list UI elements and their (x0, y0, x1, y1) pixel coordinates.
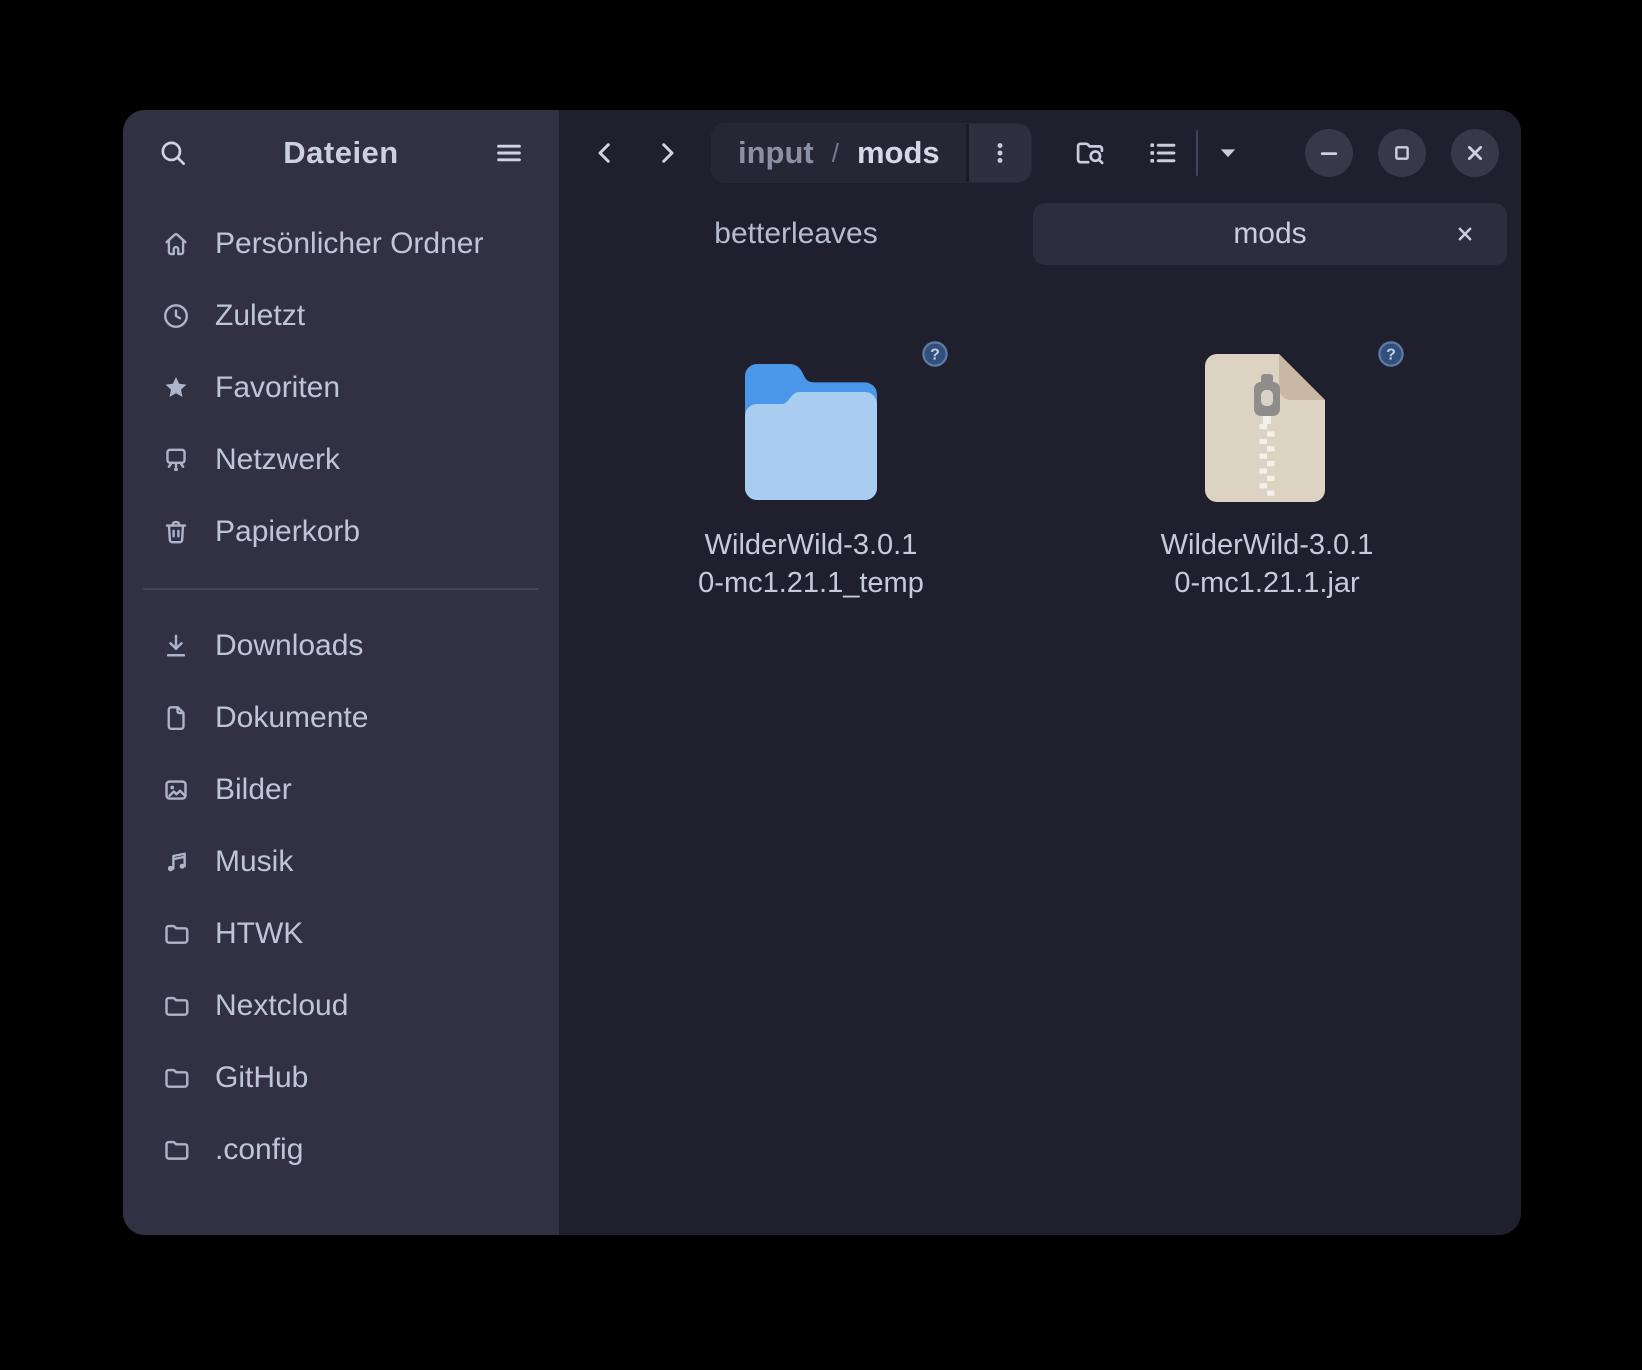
headerbar: input / mods (559, 110, 1521, 196)
network-icon (161, 445, 191, 475)
sidebar-item-downloads[interactable]: Downloads (137, 610, 545, 682)
sidebar-item-music[interactable]: Musik (137, 826, 545, 898)
maximize-icon (1389, 140, 1415, 166)
unknown-emblem-badge: ? (921, 340, 949, 368)
sidebar-divider (143, 588, 539, 590)
image-icon (161, 775, 191, 805)
clock-icon (161, 301, 191, 331)
question-mark-glyph: ? (930, 347, 940, 364)
sidebar-item-label: Favoriten (215, 371, 340, 405)
kebab-menu-icon (986, 139, 1014, 167)
sidebar-item-label: Nextcloud (215, 989, 348, 1023)
archive-large-icon (1191, 344, 1343, 504)
tab-bar: betterleaves mods (559, 196, 1521, 272)
sidebar-item-label: Persönlicher Ordner (215, 227, 483, 261)
file-name-label: WilderWild-3.0.1 0-mc1.21.1_temp (698, 526, 924, 603)
back-button[interactable] (581, 129, 629, 177)
sidebar-item-htwk[interactable]: HTWK (137, 898, 545, 970)
path-menu-button[interactable] (966, 124, 1031, 182)
sidebar-item-label: Bilder (215, 773, 292, 807)
sidebar-item-home[interactable]: Persönlicher Ordner (137, 208, 545, 280)
star-icon (161, 373, 191, 403)
chevron-left-icon (590, 138, 620, 168)
question-mark-glyph: ? (1386, 347, 1396, 364)
hamburger-menu-icon (493, 137, 525, 169)
folder-icon (161, 991, 191, 1021)
search-button[interactable] (149, 129, 197, 177)
sidebar-item-label: Netzwerk (215, 443, 340, 477)
file-name-line1: WilderWild-3.0.1 (1161, 526, 1374, 564)
chevron-down-icon (1215, 140, 1241, 166)
forward-button[interactable] (643, 129, 691, 177)
file-name-line2: 0-mc1.21.1.jar (1161, 564, 1374, 602)
sidebar-item-recent[interactable]: Zuletzt (137, 280, 545, 352)
minimize-button[interactable] (1305, 129, 1353, 177)
close-button[interactable] (1451, 129, 1499, 177)
sidebar-item-network[interactable]: Netzwerk (137, 424, 545, 496)
tab-label: mods (1233, 217, 1306, 251)
tab-mods[interactable]: mods (1033, 203, 1507, 265)
tab-label: betterleaves (714, 217, 877, 251)
file-grid: ? WilderWild-3.0.1 0-mc1.21.1_temp (559, 272, 1521, 1235)
view-separator (1196, 130, 1198, 176)
close-icon (1453, 222, 1477, 246)
chevron-right-icon (652, 138, 682, 168)
window-controls (1305, 129, 1499, 177)
list-view-button[interactable] (1138, 129, 1186, 177)
download-icon (161, 631, 191, 661)
sidebar-item-config[interactable]: .config (137, 1114, 545, 1186)
folder-icon (161, 1063, 191, 1093)
breadcrumb-parent[interactable]: input (738, 135, 814, 171)
file-name-line2: 0-mc1.21.1_temp (698, 564, 924, 602)
sidebar-item-label: Downloads (215, 629, 363, 663)
breadcrumb-current[interactable]: mods (857, 135, 940, 171)
file-name-line1: WilderWild-3.0.1 (698, 526, 924, 564)
file-name-label: WilderWild-3.0.1 0-mc1.21.1.jar (1161, 526, 1374, 603)
sidebar-item-pictures[interactable]: Bilder (137, 754, 545, 826)
sidebar-item-label: GitHub (215, 1061, 308, 1095)
music-icon (161, 847, 191, 877)
sidebar-item-label: HTWK (215, 917, 303, 951)
view-options (1138, 129, 1248, 177)
sidebar-item-label: Dokumente (215, 701, 368, 735)
sidebar: Dateien Persönlicher Ordner Zuletzt (123, 110, 559, 1235)
minimize-icon (1316, 140, 1342, 166)
sidebar-item-label: Musik (215, 845, 293, 879)
file-item-archive[interactable]: ? WilderWild-3.0.1 0-mc1.21.1.jar (1115, 330, 1419, 603)
sidebar-item-nextcloud[interactable]: Nextcloud (137, 970, 545, 1042)
sidebar-item-label: Papierkorb (215, 515, 360, 549)
search-icon (157, 137, 189, 169)
folder-icon (161, 1135, 191, 1165)
folder-search-icon (1073, 136, 1107, 170)
breadcrumb: input / mods (711, 123, 1032, 183)
sidebar-item-starred[interactable]: Favoriten (137, 352, 545, 424)
file-manager-window: Dateien Persönlicher Ordner Zuletzt (123, 110, 1521, 1235)
sidebar-header: Dateien (123, 110, 559, 196)
folder-large-icon (735, 344, 887, 504)
breadcrumb-separator: / (832, 138, 839, 169)
trash-icon (161, 517, 191, 547)
folder-icon (161, 919, 191, 949)
file-item-folder[interactable]: ? WilderWild-3.0.1 0-mc1.21.1_temp (659, 330, 963, 603)
tab-close-button[interactable] (1445, 214, 1485, 254)
document-icon (161, 703, 191, 733)
sidebar-item-label: Zuletzt (215, 299, 305, 333)
unknown-emblem-badge: ? (1377, 340, 1405, 368)
sidebar-item-github[interactable]: GitHub (137, 1042, 545, 1114)
sidebar-item-label: .config (215, 1133, 303, 1167)
tab-betterleaves[interactable]: betterleaves (559, 196, 1033, 272)
home-icon (161, 229, 191, 259)
sidebar-places: Persönlicher Ordner Zuletzt Favoriten (123, 196, 559, 1186)
search-in-folder-button[interactable] (1066, 129, 1114, 177)
sidebar-item-trash[interactable]: Papierkorb (137, 496, 545, 568)
main-menu-button[interactable] (485, 129, 533, 177)
sidebar-item-documents[interactable]: Dokumente (137, 682, 545, 754)
main-pane: input / mods (559, 110, 1521, 1235)
app-title: Dateien (197, 135, 485, 171)
list-view-icon (1145, 136, 1179, 170)
close-icon (1462, 140, 1488, 166)
breadcrumb-path: input / mods (712, 124, 966, 182)
maximize-button[interactable] (1378, 129, 1426, 177)
view-menu-button[interactable] (1208, 129, 1248, 177)
